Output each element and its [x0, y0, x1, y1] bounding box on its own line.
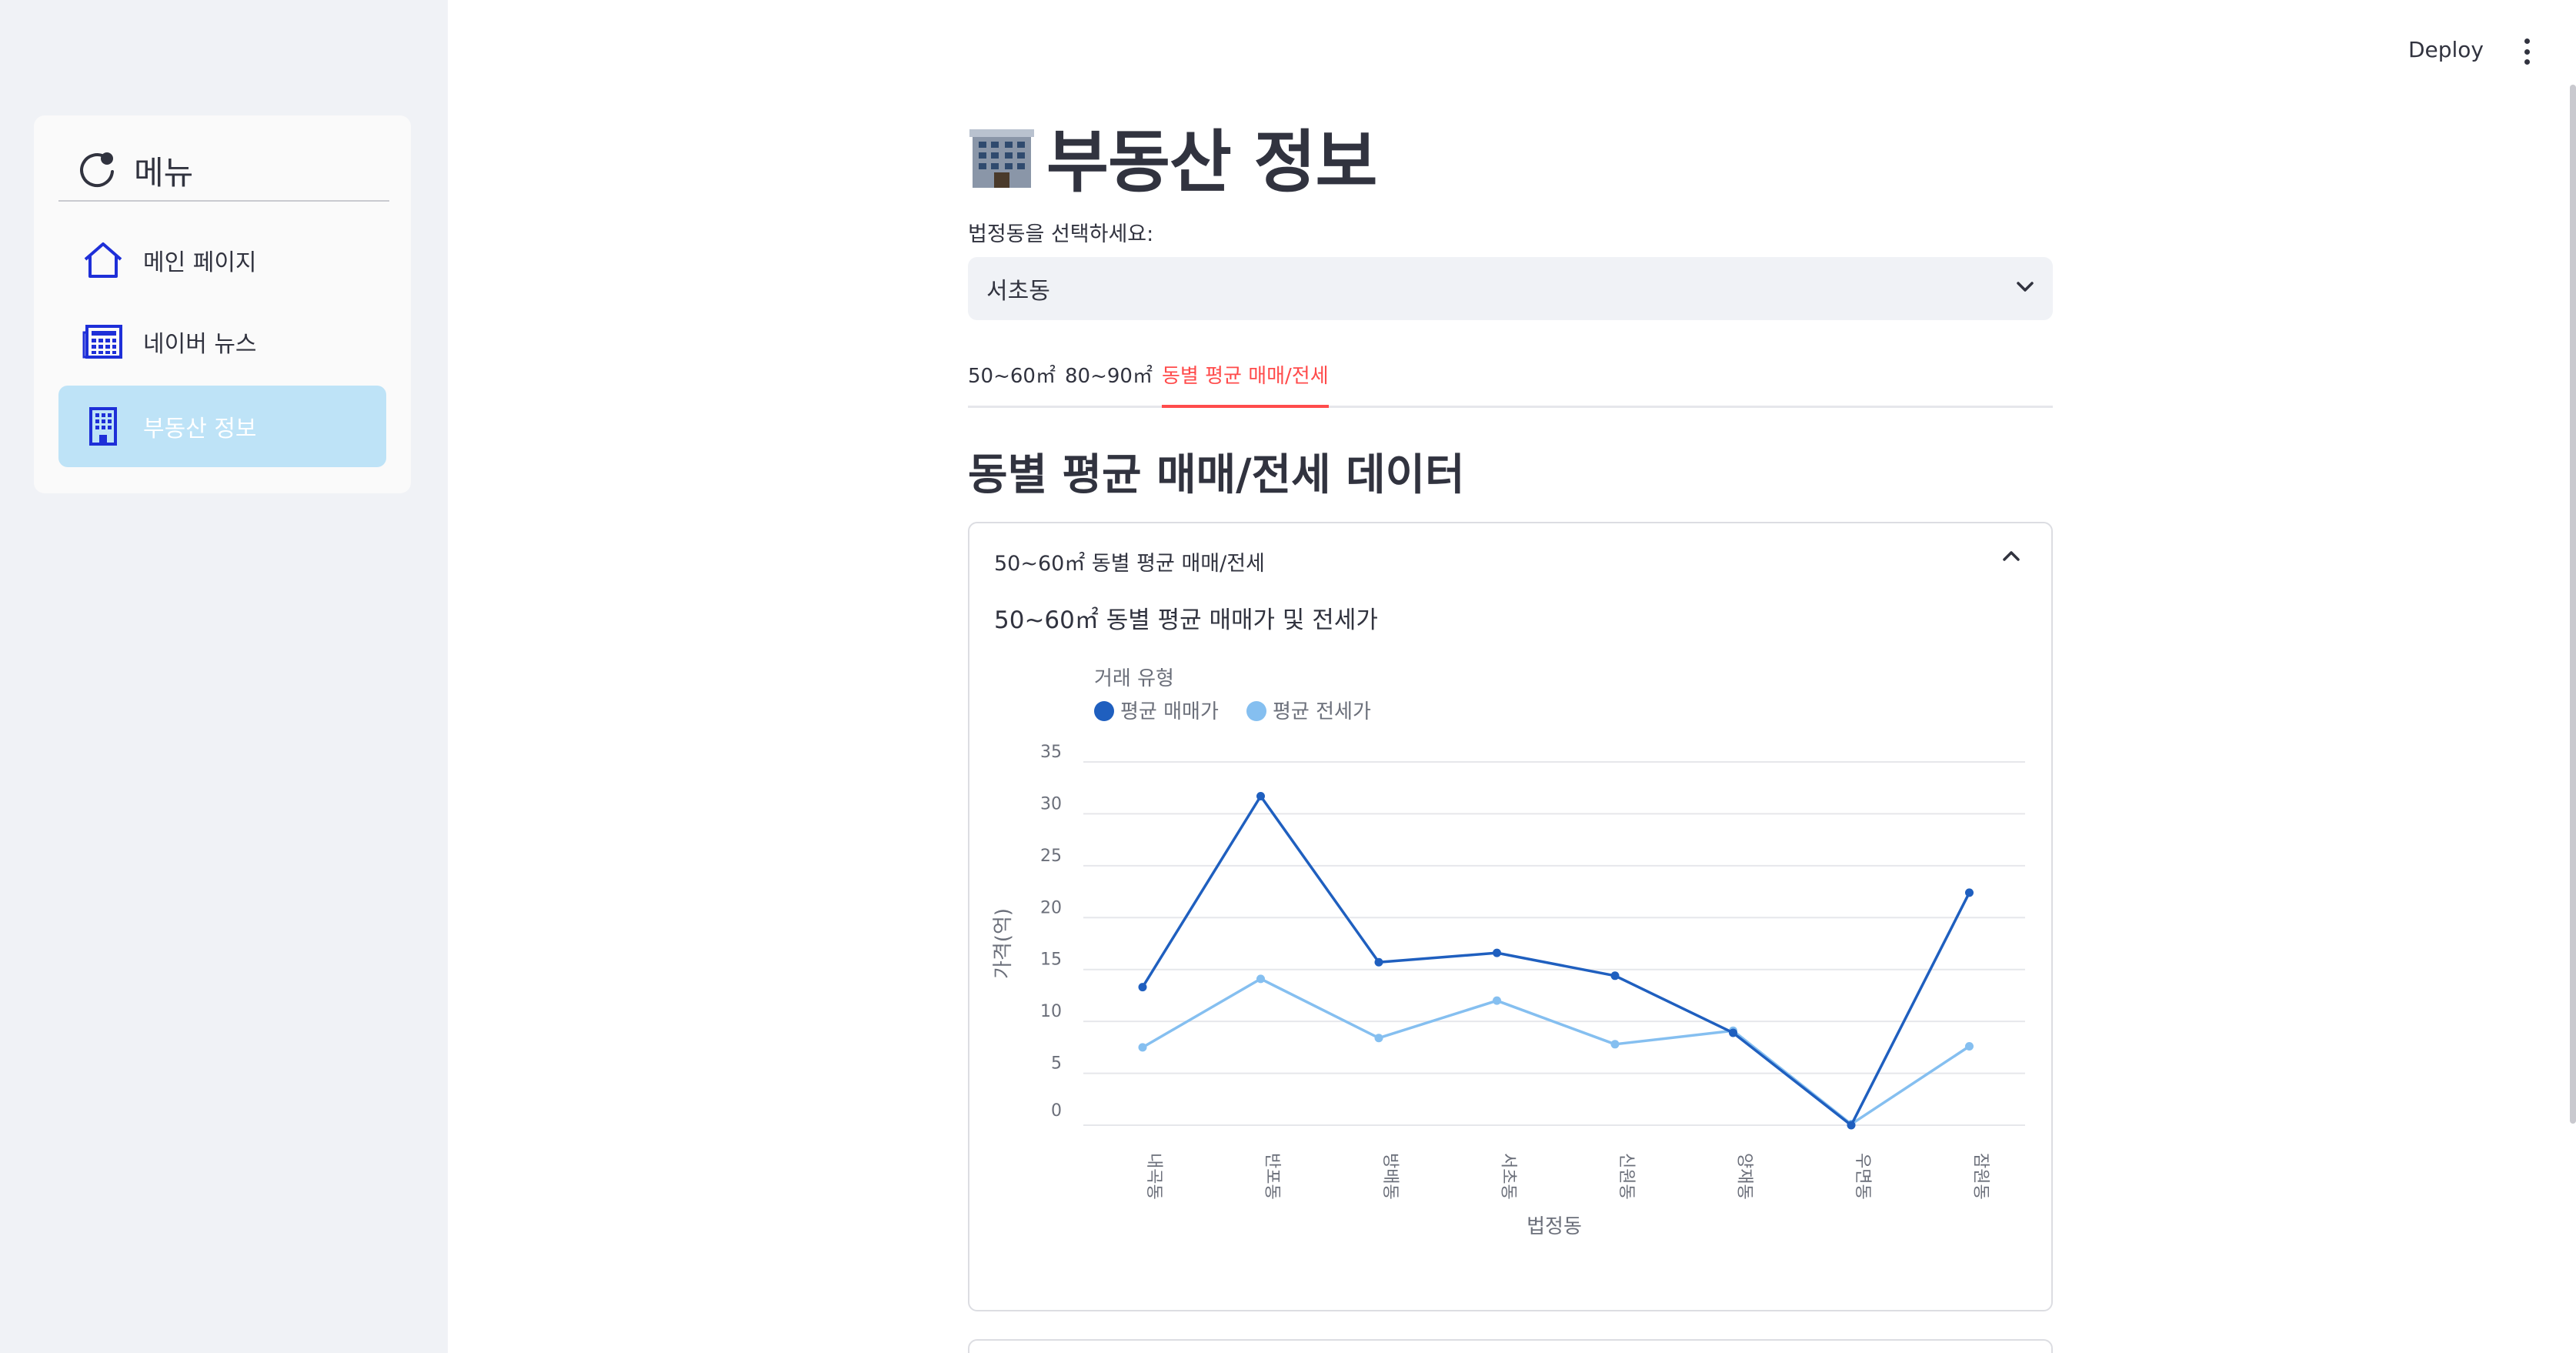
y-axis-label: 가격(억) — [992, 908, 1015, 979]
second-expander[interactable] — [968, 1339, 2053, 1353]
data-point — [1965, 888, 1974, 897]
page-title-text: 부동산 정보 — [1046, 122, 1377, 202]
menu-header: 메뉴 — [58, 140, 389, 202]
menu-card: 메뉴 메인 페이지 네이버 뉴스 부동산 정보 — [34, 115, 411, 493]
y-tick-label: 25 — [1040, 847, 1062, 866]
legend-marker — [1094, 701, 1114, 721]
data-point — [1138, 1043, 1147, 1052]
sidebar-item-main-page[interactable]: 메인 페이지 — [58, 219, 386, 301]
y-tick-label: 0 — [1051, 1101, 1062, 1121]
sidebar-item-label: 부동산 정보 — [143, 416, 257, 443]
data-point — [1256, 792, 1265, 801]
house-icon — [82, 239, 125, 282]
chevron-down-icon — [2016, 281, 2034, 296]
data-point — [1256, 974, 1265, 984]
x-tick-label: 양재동 — [1735, 1153, 1754, 1200]
legend-marker — [1246, 701, 1266, 721]
x-tick-label: 내곡동 — [1144, 1153, 1163, 1200]
legend-title: 거래 유형 — [1094, 667, 1174, 690]
sidebar-item-real-estate[interactable]: 부동산 정보 — [58, 386, 386, 467]
tab-80-90[interactable]: 80~90㎡ — [1065, 360, 1153, 408]
sidebar: 메뉴 메인 페이지 네이버 뉴스 부동산 정보 — [0, 0, 448, 1353]
more-options-icon[interactable] — [2521, 38, 2533, 65]
legend-label: 평균 매매가 — [1120, 700, 1219, 723]
sidebar-item-naver-news[interactable]: 네이버 뉴스 — [58, 301, 386, 383]
y-tick-label: 30 — [1040, 794, 1062, 813]
data-point — [1729, 1028, 1737, 1037]
series-line — [1142, 977, 1970, 1126]
data-point — [1374, 1034, 1383, 1043]
top-bar: Deploy — [2268, 0, 2576, 102]
menu-refresh-icon — [75, 147, 122, 193]
page-title: 부동산 정보 — [968, 108, 1377, 205]
data-point — [1138, 983, 1147, 992]
series-line — [1141, 794, 1971, 1127]
data-point — [1610, 1040, 1620, 1049]
building-icon — [82, 405, 125, 448]
x-tick-label: 신원동 — [1617, 1153, 1636, 1200]
tab-bar: 50~60㎡ 80~90㎡ 동별 평균 매매/전세 — [968, 356, 2053, 408]
section-title: 동별 평균 매매/전세 데이터 — [968, 450, 1465, 500]
line-chart: 거래 유형평균 매매가 평균 전세가 0 5 10 15 20 25 30 35 가격(억) 내곡동 반… — [992, 667, 2025, 1238]
x-axis-label: 법정동 — [1527, 1215, 1582, 1238]
sidebar-item-label: 네이버 뉴스 — [143, 331, 257, 358]
data-point — [1493, 948, 1501, 957]
newspaper-icon — [82, 320, 125, 363]
scrollbar[interactable] — [2570, 85, 2576, 1124]
x-tick-label: 반포동 — [1263, 1153, 1282, 1200]
data-point — [1493, 996, 1501, 1005]
y-tick-label: 35 — [1040, 743, 1062, 762]
sidebar-item-label: 메인 페이지 — [143, 249, 257, 276]
dong-select[interactable]: 서초동 — [968, 257, 2053, 320]
select-value: 서초동 — [986, 278, 1050, 305]
legend-label: 평균 전세가 — [1273, 700, 1371, 723]
data-point — [1965, 1042, 1974, 1051]
x-tick-label: 우면동 — [1853, 1153, 1872, 1200]
office-building-icon — [968, 123, 1036, 191]
y-tick-label: 15 — [1040, 950, 1062, 970]
data-point — [1610, 971, 1620, 981]
y-tick-label: 20 — [1040, 898, 1062, 917]
y-tick-label: 5 — [1051, 1054, 1062, 1074]
select-label: 법정동을 선택하세요: — [968, 222, 1154, 246]
x-tick-label: 방배동 — [1380, 1153, 1400, 1200]
data-point — [1374, 957, 1383, 967]
data-point — [1847, 1121, 1856, 1130]
y-tick-label: 10 — [1040, 1002, 1062, 1021]
x-tick-label: 잠원동 — [1971, 1153, 1990, 1200]
x-tick-label: 서초동 — [1499, 1153, 1518, 1200]
tab-dong-average[interactable]: 동별 평균 매매/전세 — [1162, 360, 1329, 408]
tab-50-60[interactable]: 50~60㎡ — [968, 360, 1056, 408]
chart-expander: 50~60㎡ 동별 평균 매매/전세 50~60㎡ 동별 평균 매매가 및 전세… — [968, 522, 2053, 1311]
menu-title: 메뉴 — [134, 153, 194, 192]
deploy-button[interactable]: Deploy — [2408, 37, 2484, 62]
